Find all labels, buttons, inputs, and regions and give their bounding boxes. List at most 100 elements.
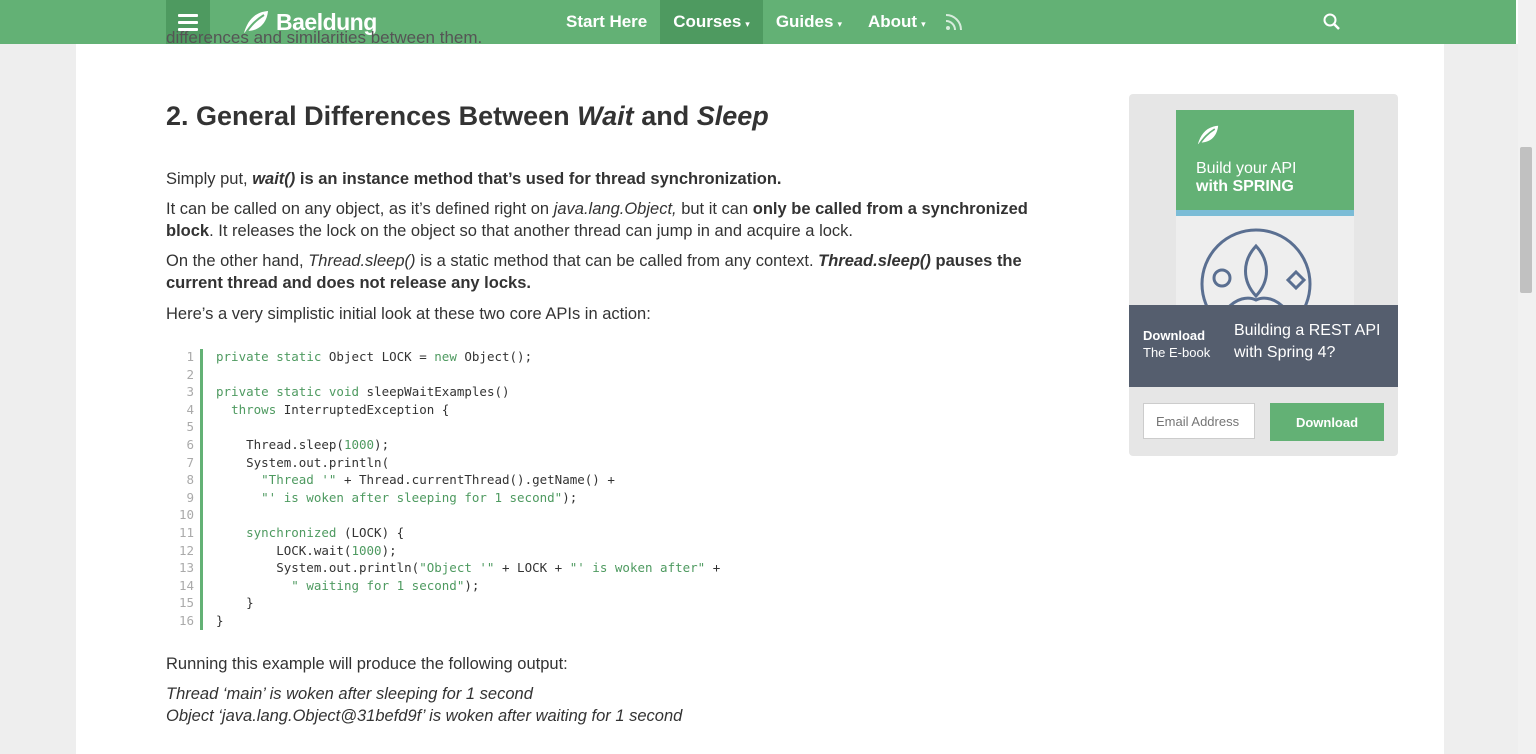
code-line: 14 " waiting for 1 second"); [166,577,1046,595]
line-number: 2 [186,366,194,382]
code-line: 12 LOCK.wait(1000); [166,542,1046,560]
email-input[interactable] [1143,403,1255,439]
code-text: LOCK.wait(1000); [216,542,397,558]
paragraph-4: Here’s a very simplistic initial look at… [166,305,651,323]
bold-text: is an instance method that’s used for th… [295,170,782,188]
line-number: 9 [186,489,194,505]
nav-label: Guides [775,12,834,31]
line-number: 1 [186,349,194,364]
code-line: 16} [166,612,1046,630]
line-number: 14 [178,577,194,593]
nav-label: Start Here [566,12,648,31]
code-ref: wait() [252,170,296,188]
code-line: 11 synchronized (LOCK) { [166,524,1046,542]
nav-label: Courses [673,12,742,31]
search-icon[interactable] [1322,12,1342,37]
heading-sleep: Sleep [696,101,769,131]
paragraph-1: Simply put, wait() is an instance method… [166,168,1046,190]
line-number: 7 [186,454,194,470]
output-line: Object ‘java.lang.Object@31befd9f’ is wo… [166,707,683,725]
code-text: throws InterruptedException { [231,401,450,417]
heading-wait: Wait [577,101,634,131]
leaf-logo-icon [1197,125,1219,146]
code-text: Thread.sleep(1000); [216,436,390,452]
code-line: 2 [166,366,1046,384]
output-block: Thread ‘main’ is woken after sleeping fo… [166,683,682,727]
line-number: 12 [178,542,194,558]
book-title-line: with SPRING [1196,178,1294,195]
rss-icon[interactable] [944,12,964,37]
code-text: " waiting for 1 second"); [291,577,480,593]
code-text: synchronized (LOCK) { [246,524,405,540]
scrollbar-thumb[interactable] [1520,147,1532,293]
text: Simply put, [166,170,253,188]
line-number: 10 [178,507,194,523]
code-block[interactable]: 1 private static Object LOCK = new Object… [166,348,1046,630]
code-text: private static void sleepWaitExamples() [216,384,510,400]
code-ref: Thread.sleep() [818,252,931,270]
text: but it can [676,200,753,218]
code-line: 5 [166,418,1046,436]
paragraph-2: It can be called on any object, as it’s … [166,198,1046,242]
code-line: 10 [166,506,1046,524]
book-cover-image[interactable]: Build your API with SPRING [1176,110,1354,340]
ad-headline: Building a REST API with Spring 4? [1234,322,1381,361]
code-text: System.out.println( [216,454,390,470]
caret-down-icon: ▾ [745,18,750,29]
section-heading: 2. General Differences Between Wait and … [166,101,769,132]
caret-down-icon: ▾ [921,18,926,29]
code-text: } [216,612,224,628]
code-line: 6 Thread.sleep(1000); [166,436,1046,454]
nav-start-here[interactable]: Start Here [553,0,660,44]
text: It can be called on any object, as it’s … [166,200,554,218]
code-text: "Thread '" + Thread.currentThread().getN… [261,472,615,488]
line-number: 11 [178,524,194,540]
nav-guides[interactable]: Guides ▾ [763,0,855,44]
line-number: 8 [186,472,194,488]
code-line: 8 "Thread '" + Thread.currentThread().ge… [166,471,1046,489]
ad-banner[interactable]: Download The E-book Building a REST API … [1129,305,1398,387]
code-text: private static Object LOCK = new Object(… [216,349,533,364]
heading-text: and [633,101,697,131]
ebook-ad: Build your API with SPRING Download The … [1129,94,1398,456]
code-ref: java.lang.Object, [553,200,677,218]
line-number: 4 [186,401,194,417]
code-text: System.out.println("Object '" + LOCK + "… [216,560,721,576]
line-number: 13 [178,560,194,576]
download-button[interactable]: Download [1270,403,1384,441]
code-line: 9 "' is woken after sleeping for 1 secon… [166,489,1046,507]
cut-off-text: differences and similarities between the… [166,28,483,47]
code-text: } [216,595,254,611]
code-line: 7 System.out.println( [166,454,1046,472]
line-number: 5 [186,419,194,435]
spring-emblem-icon [1200,228,1312,340]
line-number: 15 [178,595,194,611]
book-title: Build your API with SPRING [1196,160,1297,196]
main-nav: Start Here Courses ▾ Guides ▾ About ▾ [553,0,939,44]
ad-download-bold: Download [1143,328,1206,343]
code-line: 13 System.out.println("Object '" + LOCK … [166,559,1046,577]
line-number: 16 [178,612,194,628]
ad-download-label: Download The E-book [1143,327,1210,361]
line-number: 3 [186,384,194,400]
heading-text: 2. General Differences Between [166,101,578,131]
nav-about[interactable]: About ▾ [855,0,939,44]
text: . It releases the lock on the object so … [209,222,853,240]
paragraph-3: On the other hand, Thread.sleep() is a s… [166,250,1046,294]
code-line: 3 private static void sleepWaitExamples() [166,383,1046,401]
code-text: "' is woken after sleeping for 1 second"… [261,489,578,505]
code-line: 15 } [166,594,1046,612]
text: On the other hand, [166,252,309,270]
scrollbar[interactable] [1518,0,1536,754]
code-line: 4 throws InterruptedException { [166,401,1046,419]
caret-down-icon: ▾ [837,18,842,29]
code-line: 1 private static Object LOCK = new Object… [166,348,1046,366]
line-number: 6 [186,436,194,452]
output-line: Thread ‘main’ is woken after sleeping fo… [166,685,533,703]
book-title-line: Build your API [1196,160,1297,177]
nav-courses[interactable]: Courses ▾ [660,0,763,44]
topnav-left-extension [0,0,166,44]
code-ref: Thread.sleep() [308,252,416,270]
text: is a static method that can be called fr… [415,252,819,270]
book-lower-cover [1176,216,1354,340]
